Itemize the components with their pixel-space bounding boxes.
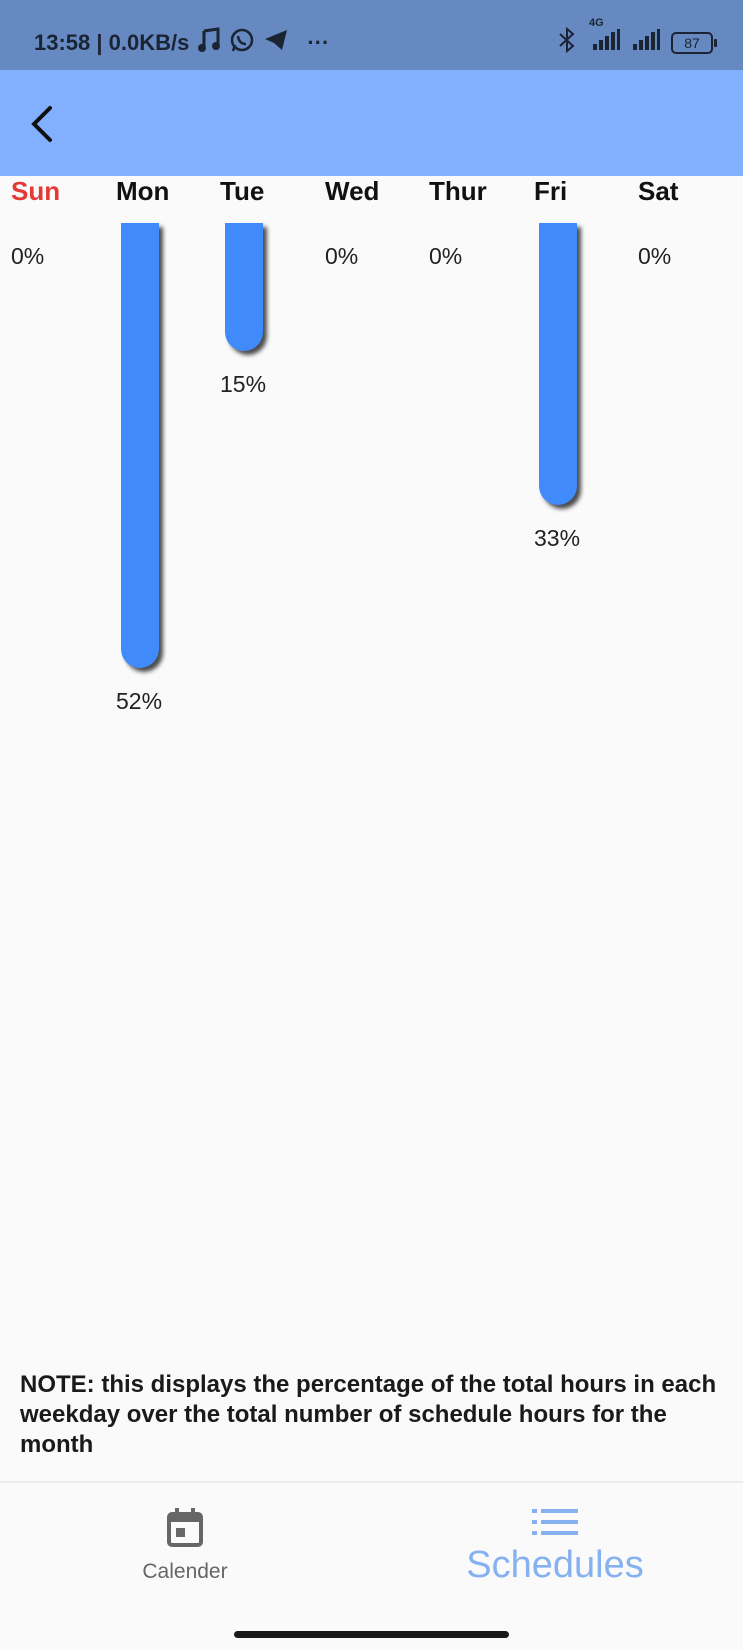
whatsapp-icon xyxy=(229,27,255,58)
percent-label-mon: 52% xyxy=(116,688,163,714)
home-indicator xyxy=(234,1631,509,1638)
percent-label-wed: 0% xyxy=(325,243,359,269)
bar-fri xyxy=(539,223,577,506)
day-header-wed: Wed xyxy=(325,176,380,206)
back-button[interactable] xyxy=(24,102,64,146)
day-header-sat: Sat xyxy=(638,176,679,206)
percent-label-fri: 33% xyxy=(534,525,581,552)
app-bar xyxy=(0,70,743,176)
nav-calendar-label: Calender xyxy=(142,1560,228,1583)
percent-label-sat: 0% xyxy=(638,243,672,269)
percent-label-tue: 15% xyxy=(220,371,267,398)
day-header-mon: Mon xyxy=(116,176,170,206)
nav-schedules-label: Schedules xyxy=(466,1544,644,1586)
calendar-icon xyxy=(167,1508,203,1547)
more-notifications-icon: ··· xyxy=(307,29,330,55)
signal-4g-icon: 4G xyxy=(587,17,621,56)
network-type: 4G xyxy=(589,17,604,29)
signal-icon xyxy=(631,29,661,56)
nav-schedules[interactable]: Schedules xyxy=(445,1507,665,1587)
bluetooth-icon xyxy=(557,26,577,58)
nav-calendar[interactable]: Calender xyxy=(95,1507,275,1584)
day-header-fri: Fri xyxy=(534,176,568,206)
back-arrow-icon xyxy=(31,106,52,142)
bottom-navigation: Calender Schedules xyxy=(0,1483,743,1618)
bar-tue xyxy=(225,223,263,352)
music-note-icon xyxy=(197,27,221,58)
day-header-sun: Sun xyxy=(11,176,61,206)
day-header-tue: Tue xyxy=(220,176,265,206)
telegram-icon xyxy=(263,28,289,57)
status-time-speed: 13:58 | 0.0KB/s xyxy=(34,29,190,55)
battery-icon: 87 xyxy=(671,31,717,54)
percent-label-sun: 0% xyxy=(11,243,45,269)
note-text: NOTE: this displays the percentage of th… xyxy=(20,1371,717,1458)
list-icon xyxy=(532,1509,578,1535)
bar-mon xyxy=(121,223,159,668)
percent-label-thur: 0% xyxy=(429,243,463,269)
day-header-thur: Thur xyxy=(429,176,487,206)
status-bar: 13:58 | 0.0KB/s ··· 4G 87 xyxy=(0,0,743,70)
